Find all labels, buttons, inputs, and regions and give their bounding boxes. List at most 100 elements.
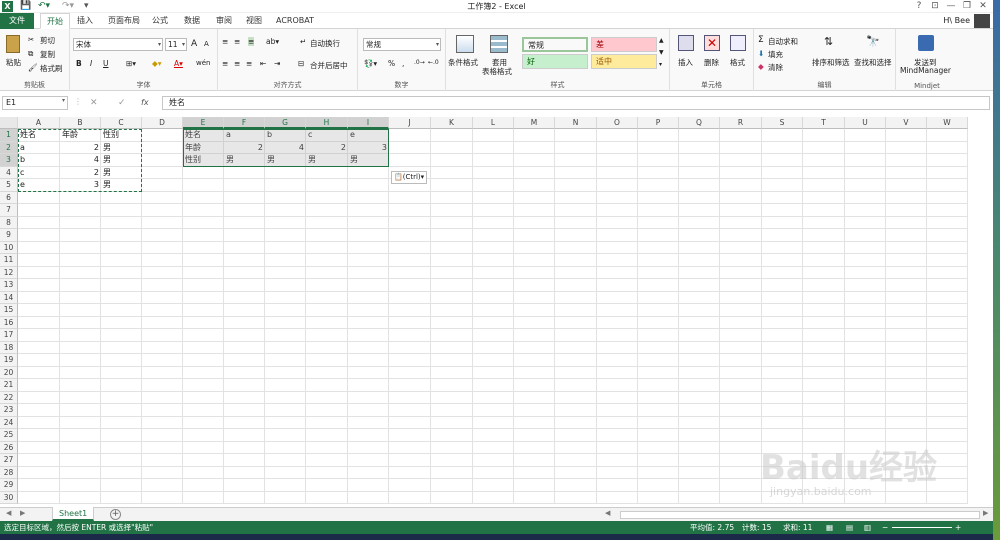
row-header[interactable]: 24 <box>0 416 18 429</box>
row-header[interactable]: 9 <box>0 229 18 242</box>
row-header[interactable]: 2 <box>0 141 18 154</box>
row-header[interactable]: 17 <box>0 329 18 342</box>
row-header[interactable]: 18 <box>0 341 18 354</box>
column-header[interactable]: A <box>18 117 60 129</box>
style-bad[interactable]: 差 <box>591 37 657 52</box>
tab-review[interactable]: 审阅 <box>210 13 238 29</box>
row-header[interactable]: 14 <box>0 291 18 304</box>
column-header[interactable]: T <box>803 117 845 129</box>
insert-function-button[interactable]: fx <box>141 96 149 110</box>
tab-data[interactable]: 数据 <box>178 13 206 29</box>
styles-scroll-down-icon[interactable]: ▼ <box>659 49 664 56</box>
page-layout-view-icon[interactable]: ▤ <box>846 521 853 534</box>
column-header[interactable]: B <box>60 117 101 129</box>
row-header[interactable]: 22 <box>0 391 18 404</box>
row-header[interactable]: 25 <box>0 429 18 442</box>
prev-sheet-icon[interactable]: ◀ <box>6 509 11 517</box>
row-header[interactable]: 20 <box>0 366 18 379</box>
accounting-format-icon[interactable]: 💱▾ <box>364 59 377 68</box>
add-sheet-button[interactable]: + <box>110 509 121 520</box>
format-painter-button[interactable]: 格式刷 <box>40 63 63 74</box>
row-header[interactable]: 28 <box>0 466 18 479</box>
next-sheet-icon[interactable]: ▶ <box>20 509 25 517</box>
copy-button[interactable]: 复制 <box>40 49 55 60</box>
row-header[interactable]: 3 <box>0 154 18 167</box>
format-cells-button[interactable]: 格式 <box>730 57 745 68</box>
find-select-icon[interactable]: 🔭 <box>866 35 880 48</box>
mindmanager-icon[interactable] <box>918 35 934 51</box>
tab-acrobat[interactable]: ACROBAT <box>270 13 320 29</box>
user-name[interactable]: H\ Bee <box>943 13 970 29</box>
autosum-icon[interactable]: Σ <box>758 35 764 45</box>
tab-page-layout[interactable]: 页面布局 <box>102 13 146 29</box>
decrease-indent-icon[interactable]: ⇤ <box>260 59 266 68</box>
column-header[interactable]: H <box>306 117 348 129</box>
column-header[interactable]: C <box>101 117 142 129</box>
avatar[interactable] <box>974 14 990 28</box>
tab-insert[interactable]: 插入 <box>71 13 99 29</box>
row-header[interactable]: 29 <box>0 479 18 492</box>
clear-button[interactable]: 清除 <box>768 62 783 73</box>
zoom-slider[interactable] <box>892 527 952 528</box>
font-size-select[interactable]: 11 ▾ <box>165 38 187 51</box>
paste-options-button[interactable]: 📋(Ctrl)▾ <box>391 170 428 184</box>
phonetic-button[interactable]: wén <box>196 59 210 67</box>
send-to-mindmanager-button[interactable]: MindManager <box>900 66 951 75</box>
column-header[interactable]: N <box>555 117 597 129</box>
row-header[interactable]: 5 <box>0 179 18 192</box>
find-select-button[interactable]: 查找和选择 <box>854 57 892 68</box>
underline-button[interactable]: U <box>103 59 109 68</box>
zoom-out-icon[interactable]: − <box>882 521 888 534</box>
insert-cells-button[interactable]: 插入 <box>678 57 693 68</box>
fill-icon[interactable]: ⬇ <box>758 49 764 58</box>
italic-button[interactable]: I <box>90 59 92 68</box>
wrap-text-button[interactable]: 自动换行 <box>310 38 340 49</box>
tab-home[interactable]: 开始 <box>40 13 70 29</box>
sheet-tab-sheet1[interactable]: Sheet1 <box>52 507 95 521</box>
styles-more-icon[interactable]: ▾ <box>659 61 662 68</box>
row-header[interactable]: 1 <box>0 129 18 142</box>
column-header[interactable]: J <box>389 117 431 129</box>
align-top-icon[interactable]: ≡ <box>222 37 228 46</box>
row-header[interactable]: 12 <box>0 266 18 279</box>
style-normal[interactable]: 常规 <box>522 37 588 52</box>
column-header[interactable]: L <box>473 117 514 129</box>
increase-indent-icon[interactable]: ⇥ <box>274 59 280 68</box>
column-header[interactable]: K <box>431 117 473 129</box>
paste-icon[interactable] <box>6 35 20 53</box>
align-right-icon[interactable]: ≡ <box>246 59 252 68</box>
name-box-dropdown-icon[interactable]: ▾ <box>62 97 65 104</box>
fill-color-icon[interactable]: ◆▾ <box>152 59 162 68</box>
zoom-in-icon[interactable]: + <box>955 521 961 534</box>
border-icon[interactable]: ⊞▾ <box>126 59 136 68</box>
column-header[interactable]: G <box>265 117 306 129</box>
style-good[interactable]: 好 <box>522 54 588 69</box>
tab-view[interactable]: 视图 <box>240 13 268 29</box>
conditional-format-button[interactable]: 条件格式 <box>448 57 478 68</box>
cut-button[interactable]: 剪切 <box>40 35 55 46</box>
scroll-left-icon[interactable]: ◀ <box>605 509 610 517</box>
orientation-icon[interactable]: ab▾ <box>266 37 279 46</box>
page-break-view-icon[interactable]: ▥ <box>864 521 871 534</box>
row-header[interactable]: 10 <box>0 241 18 254</box>
styles-scroll-up-icon[interactable]: ▲ <box>659 37 664 44</box>
column-header[interactable]: F <box>224 117 265 129</box>
format-as-table-icon[interactable] <box>490 35 508 53</box>
column-header[interactable]: D <box>142 117 183 129</box>
minimize-button[interactable]: — <box>944 0 958 13</box>
merge-center-button[interactable]: 合并后居中 <box>310 60 348 71</box>
cancel-icon[interactable]: ✕ <box>90 96 98 110</box>
increase-decimal-icon[interactable]: .0→ <box>414 59 425 66</box>
row-header[interactable]: 15 <box>0 304 18 317</box>
name-box[interactable]: E1 <box>2 96 68 110</box>
formula-input[interactable]: 姓名 <box>162 96 990 110</box>
help-button[interactable]: ? <box>912 0 926 13</box>
decrease-decimal-icon[interactable]: ←.0 <box>428 59 439 66</box>
row-header[interactable]: 8 <box>0 216 18 229</box>
fill-button[interactable]: 填充 <box>768 49 783 60</box>
format-cells-icon[interactable] <box>730 35 746 51</box>
merge-center-icon[interactable]: ⊟ <box>298 59 304 68</box>
font-name-select[interactable]: 宋体 ▾ <box>73 38 163 51</box>
select-all-button[interactable] <box>0 117 18 129</box>
copy-icon[interactable]: ⧉ <box>28 49 33 59</box>
